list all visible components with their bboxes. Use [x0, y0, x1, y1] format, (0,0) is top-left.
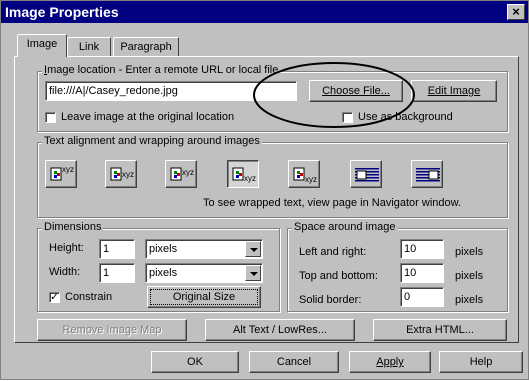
title-bar[interactable]: Image Properties — [1, 1, 528, 23]
height-unit-value: pixels — [149, 243, 178, 255]
alignment-sample-text: xyz — [182, 168, 194, 177]
alignment-option-1[interactable]: xyz — [45, 160, 77, 188]
checkmark-icon: ✓ — [50, 292, 59, 303]
tab-image-label: Image — [26, 38, 58, 50]
cancel-button[interactable]: Cancel — [249, 351, 339, 373]
chevron-down-icon[interactable] — [245, 265, 261, 281]
window-title: Image Properties — [5, 4, 119, 20]
tab-paragraph[interactable]: Paragraph — [113, 37, 179, 57]
alignment-option-6[interactable] — [350, 160, 382, 188]
height-label: Height: — [49, 242, 84, 254]
image-wrap-icon: xyz — [293, 167, 317, 184]
left-right-unit: pixels — [455, 246, 484, 258]
alignment-option-4[interactable]: xyz — [227, 160, 259, 188]
height-unit-select[interactable]: pixels — [145, 239, 263, 259]
alignment-option-3[interactable]: xyz — [165, 160, 197, 188]
solid-border-label: Solid border: — [299, 294, 362, 306]
alignment-option-7[interactable] — [411, 160, 443, 188]
top-bottom-label: Top and bottom: — [299, 270, 378, 282]
help-button[interactable]: Help — [439, 351, 523, 373]
leave-image-checkbox[interactable] — [45, 112, 56, 123]
space-legend: Space around image — [292, 221, 398, 233]
alignment-legend: Text alignment and wrapping around image… — [42, 135, 262, 147]
tab-image[interactable]: Image — [17, 34, 67, 57]
solid-border-input[interactable]: 0 — [400, 287, 444, 307]
image-wrap-icon: xyz — [170, 167, 194, 181]
width-label: Width: — [49, 266, 81, 278]
edit-image-button[interactable]: Edit Image — [411, 80, 497, 102]
leave-image-label: Leave image at the original location — [61, 111, 235, 123]
solid-border-unit: pixels — [455, 294, 484, 306]
width-unit-select[interactable]: pixels — [145, 263, 263, 283]
image-location-legend: Image location - Enter a remote URL or l… — [42, 64, 281, 76]
chevron-down-icon[interactable] — [245, 241, 261, 257]
left-right-label: Left and right: — [299, 246, 367, 258]
alignment-option-5[interactable]: xyz — [288, 160, 320, 188]
remove-image-map-button[interactable]: Remove Image Map — [37, 319, 187, 341]
alignment-sample-text: xyz — [62, 165, 74, 174]
image-wrap-icon — [416, 168, 440, 182]
width-unit-value: pixels — [149, 267, 178, 279]
image-wrap-icon: xyz — [110, 167, 134, 181]
alignment-sample-text: xyz — [244, 174, 256, 183]
choose-file-button[interactable]: Choose File... — [309, 80, 403, 102]
image-properties-dialog: Image Properties × Image Link Paragraph … — [0, 0, 529, 380]
alignment-sample-text: xyz — [122, 170, 134, 179]
tab-panel: Image location - Enter a remote URL or l… — [14, 56, 519, 343]
alt-text-button[interactable]: Alt Text / LowRes... — [205, 319, 355, 341]
wrap-hint: To see wrapped text, view page in Naviga… — [203, 197, 462, 209]
close-icon: × — [512, 4, 520, 19]
apply-button[interactable]: Apply — [349, 351, 431, 373]
ok-button[interactable]: OK — [151, 351, 239, 373]
dimensions-legend: Dimensions — [42, 221, 104, 233]
alignment-sample-text: xyz — [305, 175, 317, 184]
top-bottom-input[interactable]: 10 — [400, 263, 444, 283]
image-wrap-icon — [355, 168, 379, 182]
image-wrap-icon: xyz — [232, 167, 256, 183]
width-input[interactable]: 1 — [99, 263, 135, 283]
extra-html-button[interactable]: Extra HTML... — [373, 319, 507, 341]
top-bottom-unit: pixels — [455, 270, 484, 282]
constrain-checkbox[interactable]: ✓ — [49, 292, 60, 303]
constrain-label: Constrain — [65, 291, 113, 303]
image-wrap-icon: xyz — [50, 165, 74, 181]
alignment-option-2[interactable]: xyz — [105, 160, 137, 188]
left-right-input[interactable]: 10 — [400, 239, 444, 259]
use-background-checkbox[interactable] — [342, 112, 353, 123]
use-background-label: Use as background — [358, 111, 453, 123]
image-url-input[interactable]: file:///A|/Casey_redone.jpg — [45, 81, 297, 101]
tab-paragraph-label: Paragraph — [120, 41, 172, 53]
tab-link[interactable]: Link — [67, 37, 111, 57]
close-button[interactable]: × — [507, 4, 525, 20]
height-input[interactable]: 1 — [99, 239, 135, 259]
original-size-button[interactable]: Original Size — [147, 286, 261, 308]
tab-link-label: Link — [78, 41, 100, 53]
